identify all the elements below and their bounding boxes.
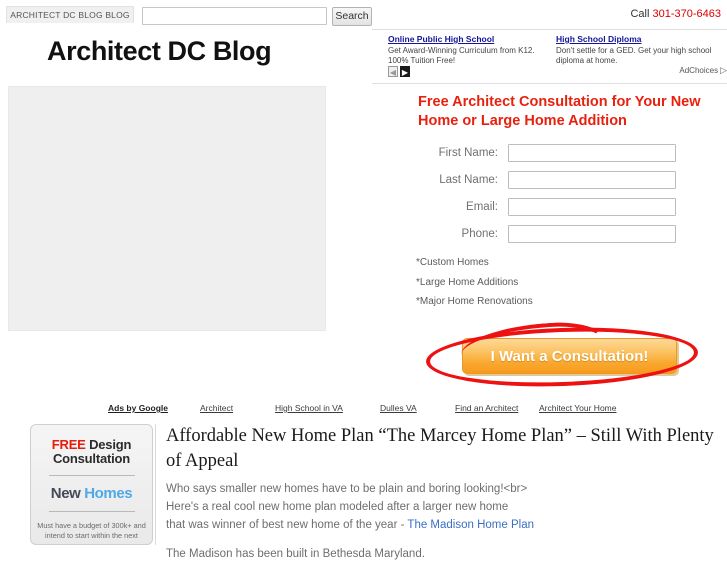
ads-by-google-row: Ads by Google Architect High School in V… xyxy=(108,403,708,415)
last-name-field[interactable] xyxy=(508,171,676,189)
sidebar-ad-divider-2 xyxy=(48,511,135,512)
article-paragraph-2: The Madison has been built in Bethesda M… xyxy=(166,548,425,560)
ads-by-google-brand: Ads by Google xyxy=(108,403,168,413)
madison-home-plan-link[interactable]: The Madison Home Plan xyxy=(407,519,534,531)
article-p1-line2: Here's a real cool new home plan modeled… xyxy=(166,501,509,513)
header-ad-2[interactable]: High School Diploma Don't settle for a G… xyxy=(556,34,716,66)
phone-label: Phone: xyxy=(461,228,498,240)
header-divider xyxy=(372,83,727,84)
sidebar-ad-line3: New Homes xyxy=(31,485,152,502)
article-paragraph-1: Who says smaller new homes have to be pl… xyxy=(166,480,722,534)
ad-carousel: ◀ ▶ xyxy=(388,66,410,77)
ad-link-architect-your-home[interactable]: Architect Your Home xyxy=(539,403,616,413)
article-body: Who says smaller new homes have to be pl… xyxy=(166,480,722,563)
content-vertical-divider xyxy=(155,424,156,545)
carousel-prev-icon[interactable]: ◀ xyxy=(388,66,398,77)
cta-area: I Want a Consultation! xyxy=(424,318,714,392)
lead-headline: Free Architect Consultation for Your New… xyxy=(418,94,701,129)
blog-tab-label: ARCHITECT DC BLOG BLOG xyxy=(10,10,130,20)
carousel-next-icon[interactable]: ▶ xyxy=(400,66,410,77)
search-button[interactable]: Search xyxy=(332,7,372,26)
sidebar-ad-homes-word: Homes xyxy=(84,485,133,502)
first-name-field[interactable] xyxy=(508,144,676,162)
email-field[interactable] xyxy=(508,198,676,216)
ad-link-high-school-in-va[interactable]: High School in VA xyxy=(275,403,343,413)
bullet-custom-homes: *Custom Homes xyxy=(416,257,489,268)
media-placeholder xyxy=(8,86,326,331)
form-row-phone: Phone: xyxy=(418,221,724,247)
bullet-renovations: *Major Home Renovations xyxy=(416,296,533,307)
sidebar-ad-free-word: FREE xyxy=(51,437,86,452)
form-row-first-name: First Name: xyxy=(418,140,724,166)
article-p1-line3: that was winner of best new home of the … xyxy=(166,519,408,531)
first-name-label: First Name: xyxy=(438,147,498,159)
email-label: Email: xyxy=(466,201,498,213)
header-ad-2-title[interactable]: High School Diploma xyxy=(556,34,716,45)
call-label: Call xyxy=(630,8,653,20)
header-ad-block: Online Public High School Get Award-Winn… xyxy=(388,34,727,80)
consultation-button[interactable]: I Want a Consultation! xyxy=(462,338,677,374)
header-ad-2-desc: Don't settle for a GED. Get your high sc… xyxy=(556,46,712,65)
bullet-large-additions: *Large Home Additions xyxy=(416,276,519,288)
form-row-last-name: Last Name: xyxy=(418,167,724,193)
sidebar-ad-new-word: New xyxy=(50,485,85,502)
page-title: Architect DC Blog xyxy=(47,36,272,66)
header-ad-1-title[interactable]: Online Public High School xyxy=(388,34,548,45)
phone-number[interactable]: 301-370-6463 xyxy=(652,8,721,20)
article-p1-line1: Who says smaller new homes have to be pl… xyxy=(166,483,528,495)
article: Affordable New Home Plan “The Marcey Hom… xyxy=(166,424,722,563)
ad-link-dulles-va[interactable]: Dulles VA xyxy=(380,403,417,413)
phone-field[interactable] xyxy=(508,225,676,243)
article-title[interactable]: Affordable New Home Plan “The Marcey Hom… xyxy=(166,424,722,474)
header-ad-1-desc: Get Award-Winning Curriculum from K12. 1… xyxy=(388,46,535,65)
sidebar-ad-line1: FREE Design xyxy=(31,437,152,452)
sidebar-ad-design-word: Design xyxy=(85,437,132,452)
sidebar-ad-fine-print: Must have a budget of 300k+ and intend t… xyxy=(37,521,146,540)
adchoices-label: AdChoices xyxy=(679,66,719,75)
last-name-label: Last Name: xyxy=(439,174,498,186)
top-bar: ARCHITECT DC BLOG BLOG Search Call 301-3… xyxy=(0,0,727,28)
header-ad-1[interactable]: Online Public High School Get Award-Winn… xyxy=(388,34,548,66)
form-row-email: Email: xyxy=(418,194,724,220)
blog-tab[interactable]: ARCHITECT DC BLOG BLOG xyxy=(6,6,134,23)
service-bullets: *Custom Homes *Large Home Additions *Maj… xyxy=(416,253,716,312)
adchoices-icon: ▷ xyxy=(720,65,727,75)
adchoices-link[interactable]: AdChoices ▷ xyxy=(679,65,727,76)
top-divider xyxy=(372,29,727,30)
ad-link-find-an-architect[interactable]: Find an Architect xyxy=(455,403,518,413)
sidebar-ad-divider xyxy=(48,475,135,476)
sidebar-ad-line2: Consultation xyxy=(52,451,131,466)
search-input[interactable] xyxy=(142,7,327,25)
call-phone: Call 301-370-6463 xyxy=(630,8,721,20)
sidebar-ad-free-design-consultation[interactable]: FREE Design Consultation New Homes Must … xyxy=(30,424,153,545)
ad-link-architect[interactable]: Architect xyxy=(200,403,233,413)
consultation-form: First Name: Last Name: Email: Phone: xyxy=(418,140,724,248)
